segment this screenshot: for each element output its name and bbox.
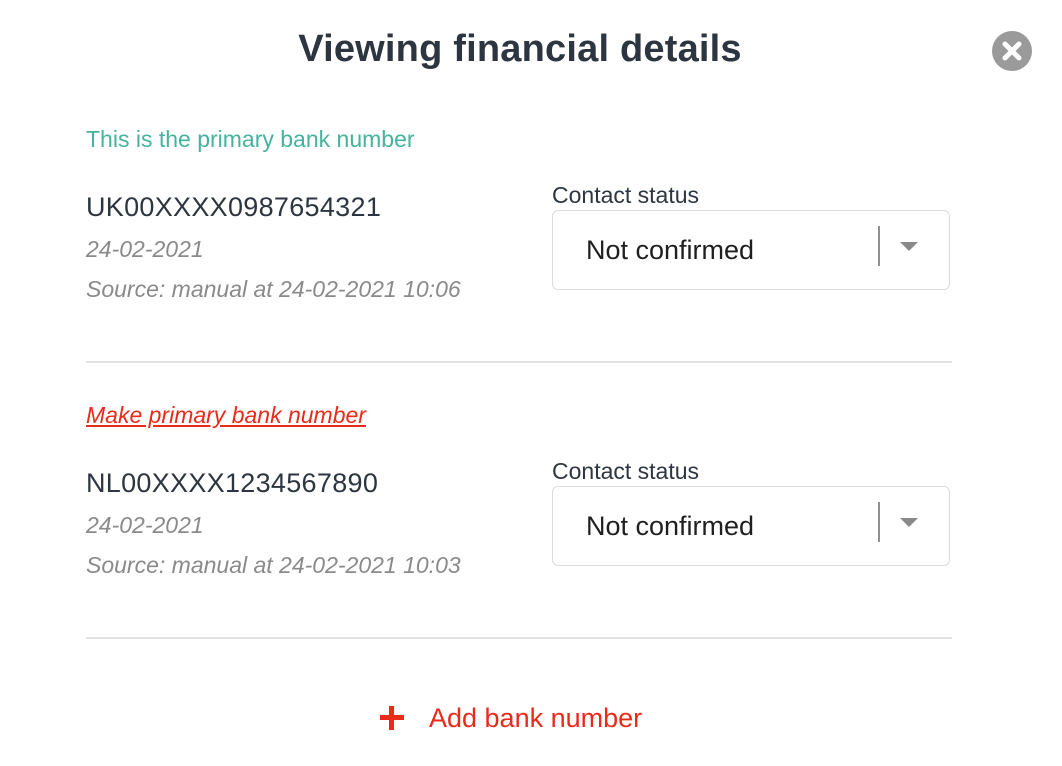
make-primary-link[interactable]: Make primary bank number: [86, 402, 366, 429]
bank-date: 24-02-2021: [86, 236, 204, 262]
bank-date: 24-02-2021: [86, 512, 204, 538]
chevron-down-icon: [900, 518, 918, 527]
plus-icon: [378, 704, 406, 732]
contact-status-select[interactable]: Not confirmed: [552, 210, 950, 290]
contact-status-value: Not confirmed: [586, 235, 755, 265]
select-separator: [878, 502, 880, 542]
section-divider: [86, 637, 952, 639]
bank-number: NL00XXXX1234567890: [86, 468, 379, 498]
contact-status-value: Not confirmed: [586, 511, 755, 541]
add-bank-number-button[interactable]: Add bank number: [378, 698, 642, 738]
modal-title: Viewing financial details: [298, 28, 742, 70]
chevron-down-icon: [900, 242, 918, 251]
add-bank-number-label: Add bank number: [429, 702, 643, 733]
close-button[interactable]: [992, 31, 1032, 71]
bank-source: Source: manual at 24-02-2021 10:06: [86, 276, 461, 302]
bank-source: Source: manual at 24-02-2021 10:03: [86, 552, 461, 578]
select-separator: [878, 226, 880, 266]
bank-number: UK00XXXX0987654321: [86, 192, 382, 222]
contact-status-select[interactable]: Not confirmed: [552, 486, 950, 566]
contact-status-label: Contact status: [552, 182, 700, 208]
primary-bank-label: This is the primary bank number: [86, 126, 415, 152]
close-icon: [1002, 41, 1022, 61]
section-divider: [86, 361, 952, 363]
contact-status-label: Contact status: [552, 458, 700, 484]
